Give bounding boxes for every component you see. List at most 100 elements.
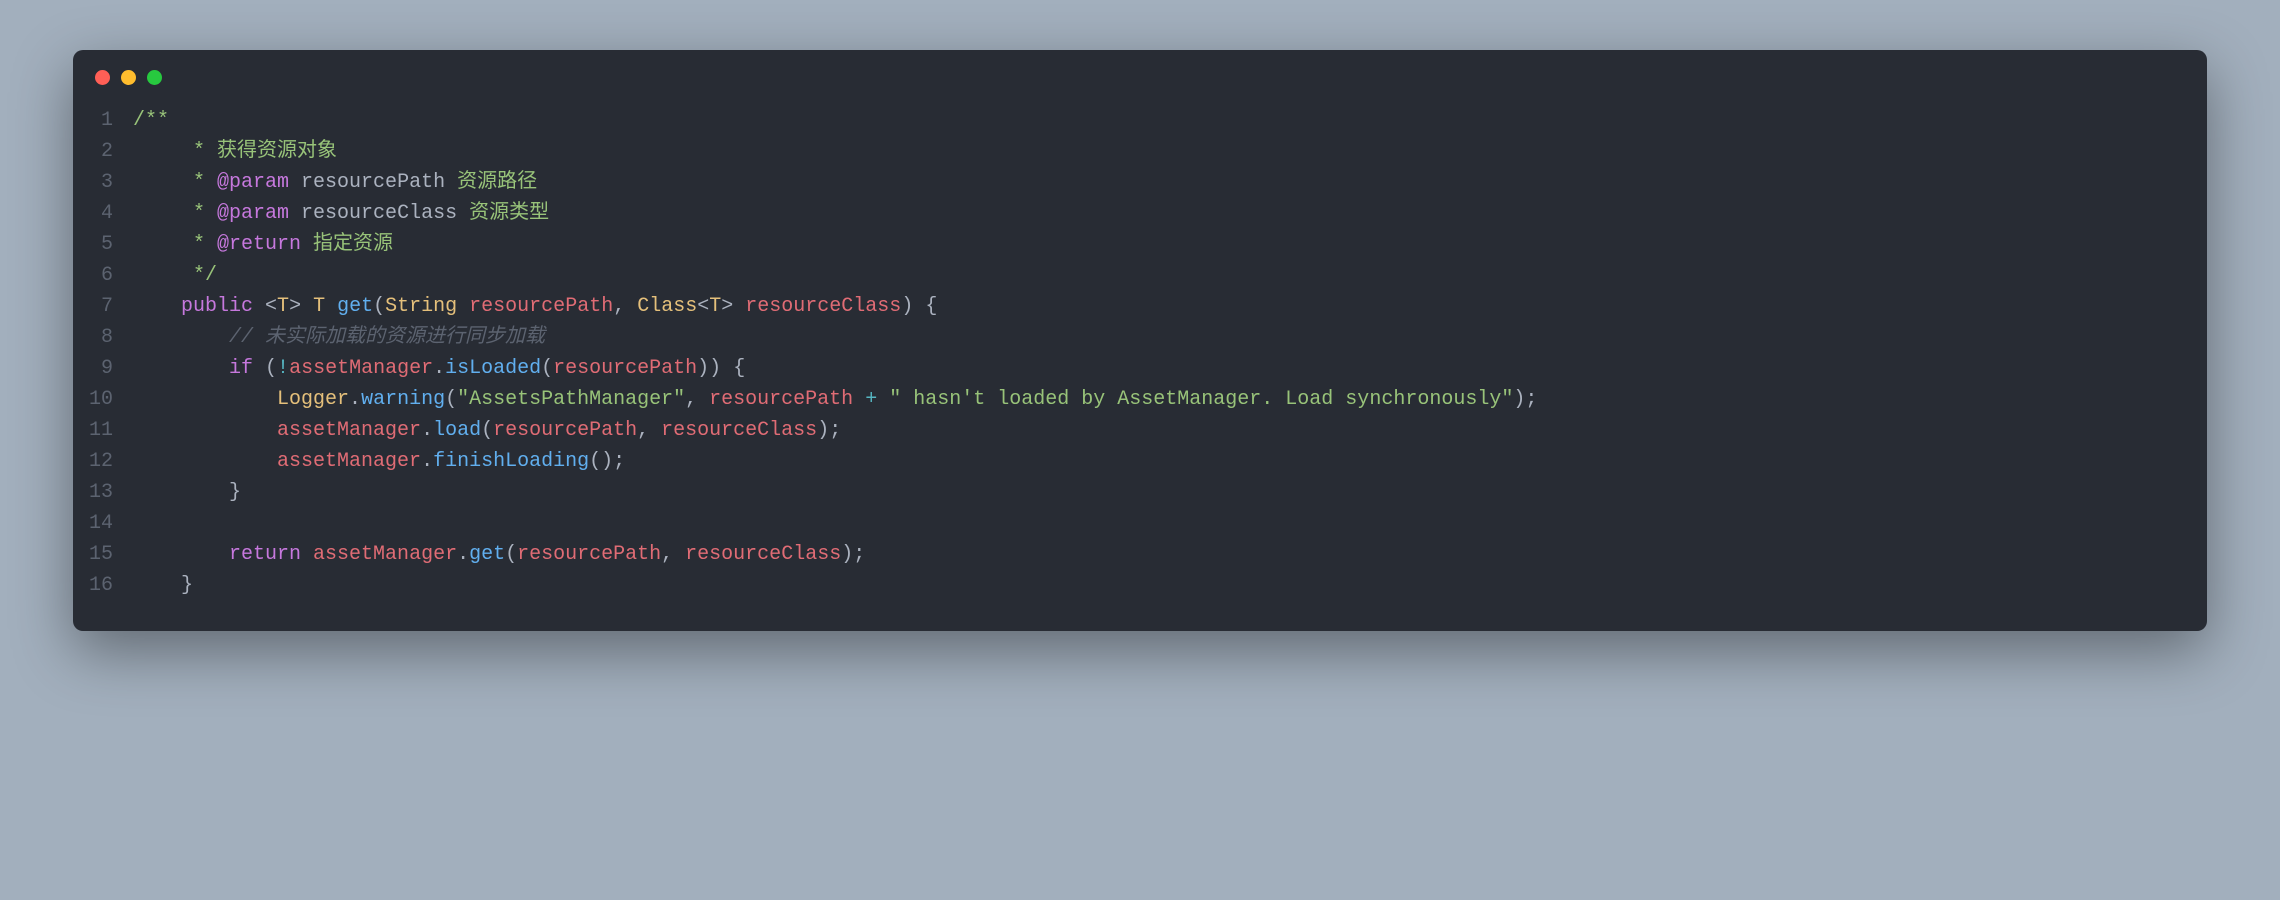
code-token (133, 388, 277, 411)
code-token: ( (505, 543, 517, 566)
code-token (301, 543, 313, 566)
code-area[interactable]: 12345678910111213141516 /** * 获得资源对象 * @… (73, 95, 2207, 631)
code-line[interactable]: return assetManager.get(resourcePath, re… (133, 539, 2207, 570)
code-token: . (421, 419, 433, 442)
code-token: // 未实际加载的资源进行同步加载 (229, 326, 545, 349)
code-token: 指定资源 (301, 233, 393, 256)
code-token: get (337, 295, 373, 318)
code-line[interactable]: public <T> T get(String resourcePath, Cl… (133, 291, 2207, 322)
code-token: isLoaded (445, 357, 541, 380)
line-number: 12 (85, 446, 113, 477)
code-token: * (133, 202, 217, 225)
line-number: 14 (85, 508, 113, 539)
code-token: assetManager (313, 543, 457, 566)
code-token: resourcePath (553, 357, 697, 380)
code-token: ; (613, 450, 625, 473)
line-number: 3 (85, 167, 113, 198)
close-icon[interactable] (95, 70, 110, 85)
code-token: @param (217, 171, 289, 194)
code-line[interactable]: // 未实际加载的资源进行同步加载 (133, 322, 2207, 353)
code-token: > (721, 295, 745, 318)
code-line[interactable]: * @param resourcePath 资源路径 (133, 167, 2207, 198)
code-token: finishLoading (433, 450, 589, 473)
code-token: Logger (277, 388, 349, 411)
code-token: @param (217, 202, 289, 225)
code-token: resourcePath (709, 388, 853, 411)
code-token: , (685, 388, 709, 411)
code-line[interactable]: /** (133, 105, 2207, 136)
code-line[interactable]: } (133, 570, 2207, 601)
code-token: . (349, 388, 361, 411)
line-number: 6 (85, 260, 113, 291)
code-token: warning (361, 388, 445, 411)
code-line[interactable]: * 获得资源对象 (133, 136, 2207, 167)
code-token (133, 357, 229, 380)
code-token: @return (217, 233, 301, 256)
line-number: 10 (85, 384, 113, 415)
code-line[interactable]: if (!assetManager.isLoaded(resourcePath)… (133, 353, 2207, 384)
line-number: 9 (85, 353, 113, 384)
code-token: T (709, 295, 721, 318)
code-token: ( (541, 357, 553, 380)
code-line[interactable]: assetManager.finishLoading(); (133, 446, 2207, 477)
code-token: assetManager (277, 419, 421, 442)
code-token: resourceClass (745, 295, 901, 318)
code-token: if (229, 357, 253, 380)
code-token: resourcePath (517, 543, 661, 566)
code-token (133, 326, 229, 349)
line-number: 5 (85, 229, 113, 260)
code-token: String (385, 295, 457, 318)
code-token: ; (829, 419, 841, 442)
code-token: + (865, 388, 877, 411)
line-number: 16 (85, 570, 113, 601)
code-token: ) (817, 419, 829, 442)
code-token (289, 171, 301, 194)
code-token: " hasn't loaded by AssetManager. Load sy… (889, 388, 1513, 411)
code-token: return (229, 543, 301, 566)
code-token: { (913, 295, 937, 318)
code-token: */ (133, 264, 217, 287)
maximize-icon[interactable] (147, 70, 162, 85)
line-number: 7 (85, 291, 113, 322)
code-token: public (181, 295, 253, 318)
code-token: resourceClass (685, 543, 841, 566)
line-number: 1 (85, 105, 113, 136)
code-token: T (313, 295, 325, 318)
code-token (877, 388, 889, 411)
line-number: 2 (85, 136, 113, 167)
code-line[interactable]: Logger.warning("AssetsPathManager", reso… (133, 384, 2207, 415)
line-number: 11 (85, 415, 113, 446)
code-token: . (433, 357, 445, 380)
code-token: * (133, 233, 217, 256)
code-token (853, 388, 865, 411)
code-token (457, 295, 469, 318)
code-token: ! (277, 357, 289, 380)
line-number-gutter: 12345678910111213141516 (73, 105, 133, 601)
code-token: ) (1513, 388, 1525, 411)
code-line[interactable]: * @param resourceClass 资源类型 (133, 198, 2207, 229)
code-token: ; (853, 543, 865, 566)
code-content[interactable]: /** * 获得资源对象 * @param resourcePath 资源路径 … (133, 105, 2207, 601)
code-line[interactable]: assetManager.load(resourcePath, resource… (133, 415, 2207, 446)
code-token: { (721, 357, 745, 380)
code-line[interactable] (133, 508, 2207, 539)
line-number: 15 (85, 539, 113, 570)
code-token: ; (1525, 388, 1537, 411)
code-token: ( (481, 419, 493, 442)
code-token: 资源路径 (445, 171, 537, 194)
code-token: , (637, 419, 661, 442)
code-token (325, 295, 337, 318)
code-token: )) (697, 357, 721, 380)
code-line[interactable]: * @return 指定资源 (133, 229, 2207, 260)
code-token: resourceClass (301, 202, 457, 225)
code-line[interactable]: } (133, 477, 2207, 508)
line-number: 13 (85, 477, 113, 508)
minimize-icon[interactable] (121, 70, 136, 85)
code-token: * 获得资源对象 (133, 140, 337, 163)
code-token: < (697, 295, 709, 318)
code-line[interactable]: */ (133, 260, 2207, 291)
code-token: } (133, 481, 241, 504)
code-token: assetManager (277, 450, 421, 473)
code-token (133, 543, 229, 566)
code-token: , (613, 295, 637, 318)
